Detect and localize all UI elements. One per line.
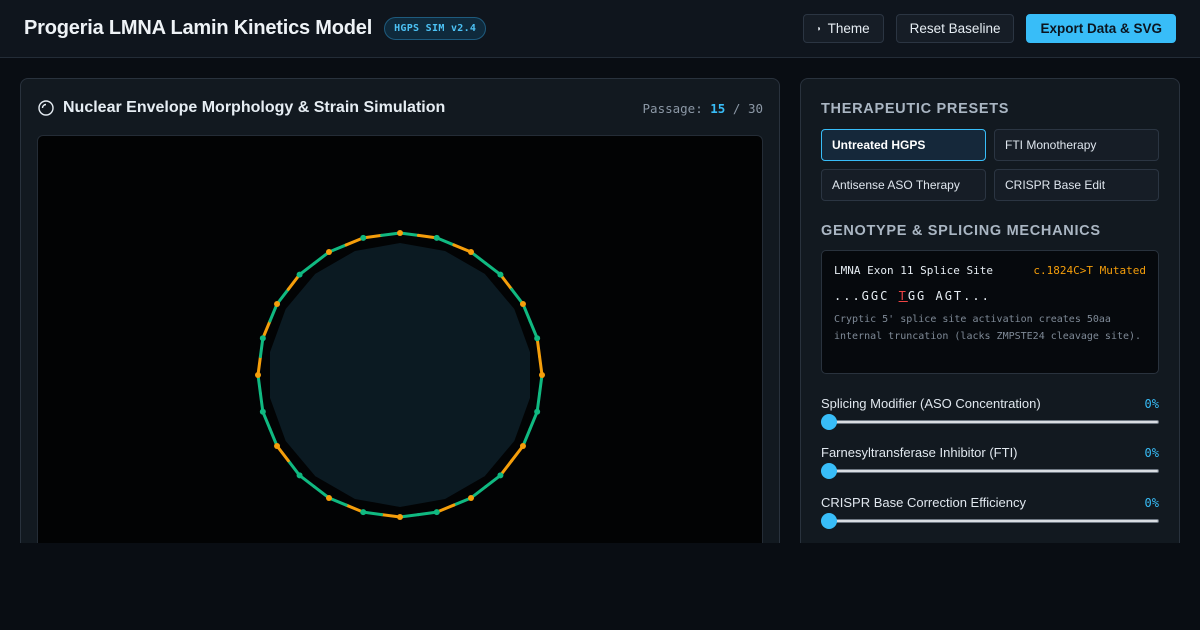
controls-panel: THERAPEUTIC PRESETS Untreated HGPS FTI M…	[800, 78, 1180, 558]
lamina-node	[259, 408, 266, 415]
sequence-prefix: ...GGC	[834, 289, 899, 303]
lamina-node	[534, 408, 541, 415]
aso-slider-block: Splicing Modifier (ASO Concentration) 0%	[821, 396, 1159, 430]
lamina-node	[397, 514, 403, 520]
crispr-slider-block: CRISPR Base Correction Efficiency 0%	[821, 495, 1159, 529]
splice-site-label: LMNA Exon 11 Splice Site	[834, 264, 993, 277]
mutant-base: T	[898, 289, 908, 303]
preset-untreated-hgps[interactable]: Untreated HGPS	[821, 129, 986, 161]
preset-grid: Untreated HGPS FTI Monotherapy Antisense…	[821, 129, 1159, 201]
app-title: Progeria LMNA Lamin Kinetics Model	[24, 17, 373, 39]
genotype-description: Cryptic 5' splice site activation create…	[834, 314, 1142, 342]
reset-baseline-button[interactable]: Reset Baseline	[895, 14, 1015, 43]
spinner-circle-icon	[38, 100, 54, 116]
lamina-node	[360, 234, 367, 241]
crispr-slider-value: 0%	[1144, 495, 1159, 510]
lamina-node	[433, 509, 440, 516]
preset-aso-therapy[interactable]: Antisense ASO Therapy	[821, 169, 986, 201]
lamina-node	[326, 494, 332, 501]
lamina-node	[360, 509, 367, 516]
fti-slider-label: Farnesyltransferase Inhibitor (FTI)	[821, 445, 1018, 460]
passage-total: 30	[747, 100, 763, 116]
crispr-slider-thumb[interactable]	[821, 513, 837, 529]
aso-slider-track	[821, 420, 1159, 424]
fti-slider[interactable]	[821, 463, 1159, 479]
simulation-header: Nuclear Envelope Morphology & Strain Sim…	[38, 97, 763, 119]
fti-slider-block: Farnesyltransferase Inhibitor (FTI) 0%	[821, 445, 1159, 479]
lamina-node	[326, 249, 332, 256]
aso-slider-thumb[interactable]	[821, 414, 837, 430]
lamina-node	[519, 443, 526, 449]
fti-slider-thumb[interactable]	[821, 463, 837, 479]
lamina-node	[296, 271, 303, 278]
fti-slider-value: 0%	[1144, 445, 1159, 460]
crispr-slider-label: CRISPR Base Correction Efficiency	[821, 495, 1026, 510]
lamina-node	[274, 301, 281, 307]
app-header: Progeria LMNA Lamin Kinetics Model HGPS …	[0, 0, 1200, 58]
genotype-box: LMNA Exon 11 Splice Site c.1824C>T Mutat…	[821, 250, 1159, 374]
splice-site-row: LMNA Exon 11 Splice Site c.1824C>T Mutat…	[834, 264, 1146, 277]
presets-title: THERAPEUTIC PRESETS	[821, 101, 1010, 117]
lamina-node	[296, 472, 303, 479]
half-circle-icon: ◗	[816, 24, 822, 33]
sequence-suffix: GG AGT...	[907, 289, 991, 303]
mutation-label: c.1824C>T Mutated	[1033, 264, 1146, 277]
aso-slider-label: Splicing Modifier (ASO Concentration)	[821, 396, 1041, 411]
passage-separator: /	[732, 100, 741, 116]
dna-sequence: ...GGC TGG AGT...	[834, 289, 1146, 303]
lamina-node	[497, 472, 504, 479]
nucleus-body	[270, 243, 530, 507]
lamina-node	[519, 301, 526, 307]
aso-slider-value: 0%	[1144, 396, 1159, 411]
version-badge: HGPS SIM v2.4	[384, 17, 487, 40]
passage-label: Passage:	[642, 100, 703, 116]
lamina-node	[397, 230, 403, 236]
crispr-slider[interactable]	[821, 513, 1159, 529]
passage-counter: Passage: 15 / 30	[643, 101, 763, 116]
lamina-node	[468, 249, 474, 256]
lamina-node	[497, 271, 504, 278]
simulation-title: Nuclear Envelope Morphology & Strain Sim…	[63, 99, 446, 116]
lamina-node	[259, 335, 266, 342]
aso-slider[interactable]	[821, 414, 1159, 430]
preset-crispr-base-edit[interactable]: CRISPR Base Edit	[994, 169, 1159, 201]
lamina-node	[534, 335, 541, 342]
fti-slider-track	[821, 469, 1159, 473]
lamina-node	[468, 494, 474, 501]
passage-current: 15	[710, 100, 726, 116]
header-actions: ◗ Theme Reset Baseline Export Data & SVG	[802, 14, 1176, 43]
lamina-node	[539, 372, 545, 378]
export-button[interactable]: Export Data & SVG	[1026, 14, 1176, 43]
crispr-slider-track	[821, 519, 1159, 523]
preset-fti-monotherapy[interactable]: FTI Monotherapy	[994, 129, 1159, 161]
simulation-panel: Nuclear Envelope Morphology & Strain Sim…	[20, 78, 780, 565]
lamina-node	[274, 443, 281, 449]
page-footer-area	[0, 543, 1200, 630]
lamina-node	[255, 372, 261, 378]
nucleus-visualization	[255, 230, 545, 520]
lamina-node	[433, 234, 440, 241]
theme-button-label: Theme	[827, 21, 870, 36]
simulation-canvas[interactable]	[37, 135, 763, 565]
genotype-title: GENOTYPE & SPLICING MECHANICS	[821, 223, 1101, 239]
theme-button[interactable]: ◗ Theme	[802, 14, 884, 43]
